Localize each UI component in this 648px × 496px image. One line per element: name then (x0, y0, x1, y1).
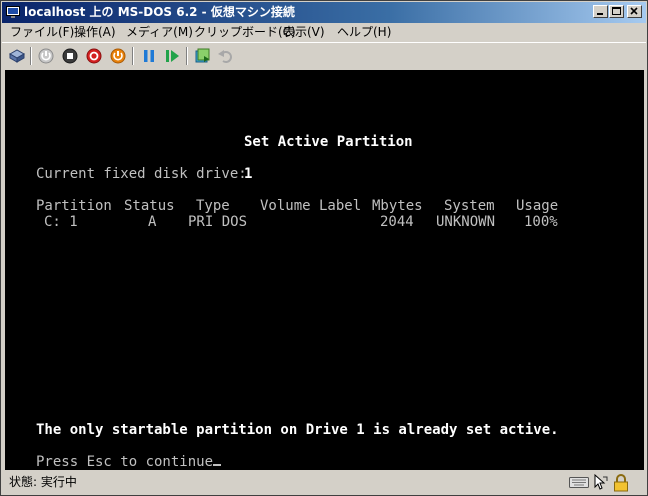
col-header-status: Status (124, 198, 175, 214)
status-bar: 状態: 実行中 (2, 471, 646, 495)
vm-connection-app-icon (6, 6, 20, 18)
row-status: A (148, 214, 157, 230)
menu-file[interactable]: ファイル(F) (10, 24, 74, 40)
shut-down-button[interactable] (84, 46, 104, 66)
shut-down-icon (86, 48, 102, 64)
vm-status-text: 状態: 実行中 (9, 475, 77, 489)
lock-icon (614, 474, 628, 492)
col-header-type: Type (196, 198, 230, 214)
pause-button[interactable] (139, 46, 159, 66)
menu-bar: ファイル(F) 操作(A) メディア(M) クリップボード(C) 表示(V) ヘ… (2, 23, 646, 41)
col-header-mbytes: Mbytes (372, 198, 423, 214)
row-system: UNKNOWN (436, 214, 496, 230)
keyboard-icon (569, 477, 589, 488)
revert-icon (218, 50, 232, 63)
col-header-system: System (444, 198, 495, 214)
snapshot-button[interactable] (193, 46, 213, 66)
continue-prompt: Press Esc to continue (36, 454, 222, 470)
title-bar[interactable]: localhost 上の MS-DOS 6.2 - 仮想マシン接続 (2, 2, 646, 23)
col-header-partition: Partition (36, 198, 112, 214)
menu-action[interactable]: 操作(A) (74, 24, 116, 40)
window-title: localhost 上の MS-DOS 6.2 - 仮想マシン接続 (24, 5, 295, 19)
revert-button[interactable] (216, 46, 236, 66)
toolbar-separator (30, 47, 32, 65)
turn-off-button[interactable] (60, 46, 80, 66)
reset-button[interactable] (108, 46, 128, 66)
col-header-usage: Usage (516, 198, 559, 214)
minimize-button[interactable] (593, 5, 608, 18)
snapshot-icon (195, 48, 210, 63)
turn-off-icon (62, 48, 78, 64)
start-icon (38, 48, 54, 64)
row-type: PRI DOS (188, 214, 248, 230)
ctrl-alt-del-button[interactable] (7, 46, 27, 66)
toolbar-separator (132, 47, 134, 65)
maximize-button[interactable] (609, 5, 624, 18)
row-usage: 100% (524, 214, 558, 230)
menu-help[interactable]: ヘルプ(H) (337, 24, 391, 40)
menu-view[interactable]: 表示(V) (283, 24, 325, 40)
console-heading: Set Active Partition (244, 134, 413, 150)
ctrl-alt-del-icon (8, 49, 26, 63)
text-cursor (213, 464, 222, 466)
close-icon (630, 7, 638, 15)
maximize-icon (612, 7, 621, 15)
current-drive-label: Current fixed disk drive: (36, 166, 256, 182)
menu-clipboard[interactable]: クリップボード(C) (194, 24, 296, 40)
close-button[interactable] (627, 5, 642, 18)
minimize-icon (597, 13, 603, 15)
vm-connection-window: localhost 上の MS-DOS 6.2 - 仮想マシン接続 ファイル(F… (0, 0, 648, 496)
start-button[interactable] (36, 46, 56, 66)
mouse-capture-icon (594, 473, 608, 490)
resume-button[interactable] (162, 46, 182, 66)
toolbar (2, 42, 646, 71)
menu-media[interactable]: メディア(M) (126, 24, 193, 40)
vm-console-screen[interactable]: Set Active Partition Current fixed disk … (5, 70, 644, 470)
toolbar-separator (186, 47, 188, 65)
resume-icon (166, 50, 179, 62)
continue-prompt-text: Press Esc to continue (36, 454, 214, 470)
current-drive-number: 1 (244, 166, 253, 182)
row-partition: C: 1 (44, 214, 78, 230)
pause-icon (144, 50, 154, 62)
already-active-message: The only startable partition on Drive 1 … (36, 422, 559, 438)
reset-icon (110, 48, 126, 64)
row-mbytes: 2044 (380, 214, 414, 230)
col-header-volume-label: Volume Label (260, 198, 362, 214)
